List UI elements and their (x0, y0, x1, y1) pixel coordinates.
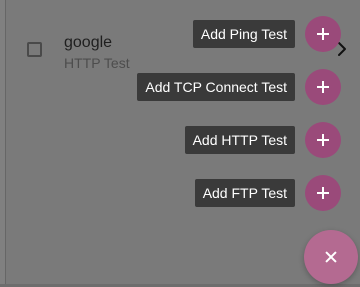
close-icon[interactable] (304, 230, 358, 284)
list-item-title: google (64, 34, 113, 51)
fab-action-tcp-connect[interactable]: Add TCP Connect Test (137, 69, 341, 105)
fab-action-http[interactable]: Add HTTP Test (184, 122, 341, 158)
fab-action-ftp[interactable]: Add FTP Test (194, 175, 341, 211)
list-item-subtitle: HTTP Test (64, 55, 130, 71)
app-screen: google HTTP Test Add Ping Test Add TCP C… (0, 0, 360, 287)
fab-label-tcp-connect[interactable]: Add TCP Connect Test (137, 73, 295, 101)
plus-icon[interactable] (305, 69, 341, 105)
left-edge (0, 0, 6, 287)
fab-action-ping[interactable]: Add Ping Test (192, 16, 341, 52)
fab-label-ping[interactable]: Add Ping Test (192, 20, 295, 48)
checkbox[interactable] (27, 42, 42, 57)
plus-icon[interactable] (305, 175, 341, 211)
fab-label-http[interactable]: Add HTTP Test (184, 126, 295, 154)
plus-icon[interactable] (305, 16, 341, 52)
fab-label-ftp[interactable]: Add FTP Test (194, 179, 295, 207)
plus-icon[interactable] (305, 122, 341, 158)
